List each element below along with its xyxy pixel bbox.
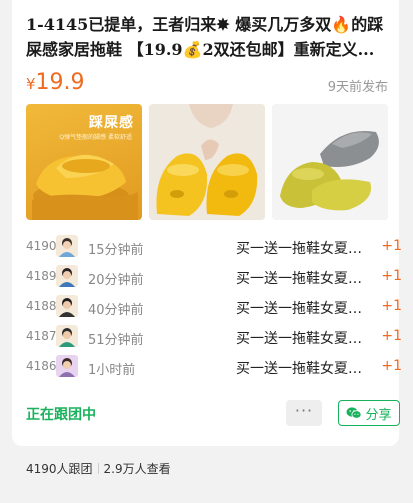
currency-symbol: ¥ <box>26 75 36 93</box>
more-button[interactable]: ··· <box>286 400 322 426</box>
product-image-2[interactable] <box>149 104 265 220</box>
product-image-3[interactable] <box>272 104 388 220</box>
order-item: 买一送一拖鞋女夏季室内... <box>236 331 374 347</box>
order-item: 买一送一拖鞋女夏季室内... <box>236 241 374 257</box>
image-subcaption: Q弹气垫般的脚感 柔软舒适 <box>59 134 132 141</box>
order-time: 15分钟前 <box>88 243 144 258</box>
follower-count: 4190人跟团 <box>26 462 93 476</box>
avatar <box>56 265 78 287</box>
price: ¥19.9 <box>26 70 85 97</box>
gray-yellow-slippers-image <box>272 104 388 220</box>
feed-row: 4190 15分钟前 买一送一拖鞋女夏季室内... +1 <box>26 232 402 262</box>
group-buy-card[interactable]: 1-4145已提单，王者归来✸ 爆买几万多双🔥的踩屎感家居拖鞋 【19.9💰2双… <box>12 0 402 446</box>
feed-row: 4188 40分钟前 买一送一拖鞋女夏季室内... +1 <box>26 292 402 322</box>
user-avatar-icon <box>59 328 75 347</box>
view-count: 2.9万人查看 <box>103 462 171 476</box>
price-value: 19.9 <box>35 70 85 95</box>
product-title[interactable]: 1-4145已提单，王者归来✸ 爆买几万多双🔥的踩屎感家居拖鞋 【19.9💰2双… <box>26 12 388 62</box>
user-avatar-icon <box>59 298 75 317</box>
order-item: 买一送一拖鞋女夏季室内... <box>236 301 374 317</box>
order-quantity: +1 <box>381 328 402 344</box>
order-time: 51分钟前 <box>88 333 144 348</box>
product-images: 踩屎感 Q弹气垫般的脚感 柔软舒适 <box>26 104 388 220</box>
user-avatar-icon <box>56 355 78 377</box>
feed-row: 4187 51分钟前 买一送一拖鞋女夏季室内... +1 <box>26 322 402 352</box>
divider <box>97 463 99 474</box>
feed-row: 4186 1小时前 买一送一拖鞋女夏季室内... +1 <box>26 352 402 382</box>
avatar <box>56 295 78 317</box>
order-quantity: +1 <box>381 268 402 284</box>
avatar <box>56 325 78 347</box>
wechat-icon <box>346 407 362 419</box>
user-avatar-icon <box>59 268 75 287</box>
order-number: 4187 <box>26 329 57 343</box>
yellow-slippers-hand-image <box>149 104 265 220</box>
stats-footer: 4190人跟团 2.9万人查看 <box>26 460 171 477</box>
avatar <box>56 235 78 257</box>
group-status: 正在跟团中 <box>26 407 96 423</box>
feed-row: 4189 20分钟前 买一送一拖鞋女夏季室内... +1 <box>26 262 402 292</box>
order-time: 1小时前 <box>88 363 136 378</box>
order-time: 20分钟前 <box>88 273 144 288</box>
price-row: ¥19.9 9天前发布 <box>26 70 388 96</box>
user-avatar-icon <box>59 238 75 257</box>
image-caption: 踩屎感 <box>89 115 134 131</box>
order-quantity: +1 <box>381 358 402 374</box>
order-quantity: +1 <box>381 298 402 314</box>
avatar <box>56 355 78 377</box>
order-number: 4190 <box>26 239 57 253</box>
order-feed: 4190 15分钟前 买一送一拖鞋女夏季室内... +1 4189 20分钟前 … <box>26 232 402 382</box>
order-time: 40分钟前 <box>88 303 144 318</box>
order-quantity: +1 <box>381 238 402 254</box>
order-number: 4189 <box>26 269 57 283</box>
posted-time: 9天前发布 <box>327 80 388 95</box>
order-number: 4186 <box>26 359 57 373</box>
order-item: 买一送一拖鞋女夏季室内... <box>236 361 374 377</box>
order-item: 买一送一拖鞋女夏季室内... <box>236 271 374 287</box>
share-label: 分享 <box>365 407 392 423</box>
product-image-1[interactable]: 踩屎感 Q弹气垫般的脚感 柔软舒适 <box>26 104 142 220</box>
share-button[interactable]: 分享 <box>338 400 400 426</box>
order-number: 4188 <box>26 299 57 313</box>
action-bar: 正在跟团中 ··· 分享 <box>26 400 400 426</box>
